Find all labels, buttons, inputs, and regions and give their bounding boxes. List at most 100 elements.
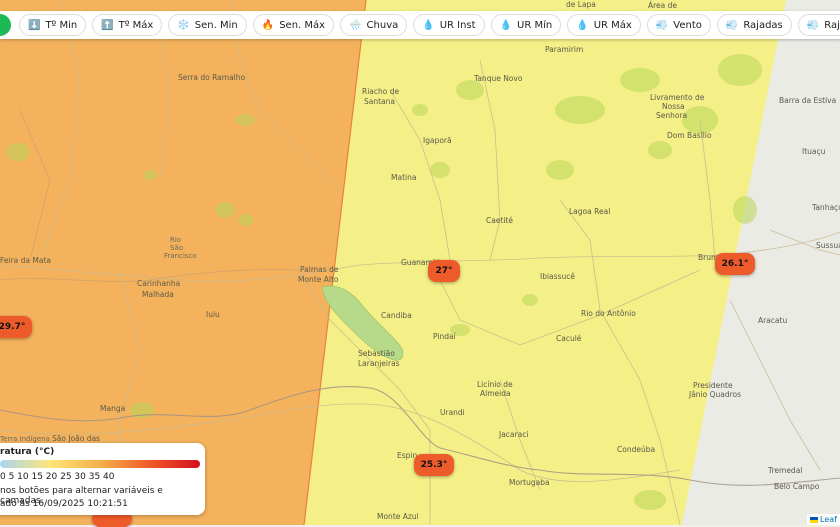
place-label: Urandi <box>440 408 465 417</box>
place-label: Sussua <box>816 241 840 250</box>
marker-value: 29.7° <box>0 322 26 332</box>
place-label: Dom Basílio <box>667 131 712 140</box>
place-label: Matina <box>391 173 416 182</box>
variable-button-label: UR Inst <box>439 19 476 31</box>
place-label: Tanque Novo <box>473 74 523 83</box>
place-label: Malhada <box>142 290 174 299</box>
place-label: Barra da Estiva <box>779 96 836 105</box>
droplet-icon: 💧 <box>576 19 589 31</box>
variable-buttons: ⬇️ Tº Min ⬆️ Tº Máx ❄️ Sen. Min 🔥 Sen. Máx 🌧️ Chu… <box>19 14 840 36</box>
place-label: Lagoa Real <box>569 207 610 216</box>
rain-cloud-icon: 🌧️ <box>349 19 362 31</box>
wind-icon: 💨 <box>806 19 820 31</box>
snowflake-icon: ❄️ <box>177 19 190 31</box>
legend-updated-time: ado às 16/09/2025 10:21:51 <box>0 499 128 509</box>
place-label: Presidente <box>693 381 733 390</box>
place-label: Condeúba <box>617 445 655 454</box>
place-label: Jacaraci <box>498 430 528 439</box>
place-label: Tremedal <box>767 466 802 475</box>
legend-scale-values: 0 5 10 15 20 25 30 35 40 <box>0 472 115 482</box>
temperature-marker[interactable]: 25.3° <box>414 454 454 476</box>
thermometer-down-icon: ⬇️ <box>28 19 41 31</box>
variable-button-2[interactable]: ❄️ Sen. Min <box>168 14 247 36</box>
temperature-marker[interactable]: 29.7° <box>0 316 32 338</box>
place-label: Livramento de <box>650 93 705 102</box>
variable-button-10[interactable]: 💨 Rajadas Max <box>797 14 840 36</box>
variable-toolbar: ⬇️ Tº Min ⬆️ Tº Máx ❄️ Sen. Min 🔥 Sen. Máx 🌧️ Chu… <box>0 11 840 39</box>
place-label: São <box>170 244 183 252</box>
place-label: Paramirim <box>545 45 583 54</box>
variable-button-5[interactable]: 💧 UR Inst <box>413 14 485 36</box>
attribution-link[interactable]: Leaf <box>820 515 837 524</box>
variable-button-label: Tº Máx <box>118 19 154 31</box>
place-label: Sebastião <box>358 349 395 358</box>
legend-color-scale <box>0 460 200 468</box>
variable-button-3[interactable]: 🔥 Sen. Máx <box>252 14 335 36</box>
droplet-icon: 💧 <box>422 19 435 31</box>
place-label: Ibiassucê <box>540 272 575 281</box>
variable-button-1[interactable]: ⬆️ Tº Máx <box>92 14 163 36</box>
marker-value: 27° <box>435 266 453 276</box>
map-attribution[interactable]: Leaf <box>807 514 840 525</box>
variable-button-label: Sen. Min <box>194 19 238 31</box>
place-label: Monte Alto <box>298 275 339 284</box>
variable-button-4[interactable]: 🌧️ Chuva <box>340 14 408 36</box>
variable-button-label: Sen. Máx <box>279 19 326 31</box>
place-label: Francisco <box>164 252 197 260</box>
place-label: Manga <box>100 404 125 413</box>
place-label: Rio do Antônio <box>581 309 636 318</box>
variable-button-label: Vento <box>673 19 702 31</box>
home-button[interactable] <box>0 14 11 36</box>
place-label: Riacho de <box>362 87 400 96</box>
ukraine-flag-icon <box>810 516 819 523</box>
variable-button-0[interactable]: ⬇️ Tº Min <box>19 14 87 36</box>
place-label: Caculé <box>556 334 582 343</box>
place-label: Licínio de <box>477 380 513 389</box>
wind-icon: 💨 <box>655 19 669 31</box>
place-label: Belo Campo <box>774 482 820 491</box>
fire-icon: 🔥 <box>261 19 275 31</box>
place-label: Pindaí <box>433 332 457 341</box>
place-label: Monte Azul <box>377 512 419 521</box>
place-label: Mortugaba <box>509 478 550 487</box>
variable-button-label: UR Mín <box>517 19 553 31</box>
place-label: Feira da Mata <box>0 256 51 265</box>
place-label: Senhora <box>656 111 687 120</box>
variable-button-label: UR Máx <box>593 19 632 31</box>
place-label: Almeida <box>480 389 511 398</box>
variable-button-6[interactable]: 💧 UR Mín <box>490 14 562 36</box>
place-label: Jânio Quadros <box>688 390 741 399</box>
variable-button-label: Tº Min <box>45 19 78 31</box>
temperature-marker[interactable]: 26.1° <box>715 253 755 275</box>
place-label: Santana <box>364 97 395 106</box>
place-label: São João das <box>52 434 100 443</box>
place-label: Aracatu <box>758 316 787 325</box>
place-label: Ituaçu <box>802 147 826 156</box>
place-label: Carinhanha <box>137 279 180 288</box>
variable-button-label: Rajadas Max <box>824 19 840 31</box>
marker-value: 25.3° <box>420 460 448 470</box>
place-label: Candiba <box>381 311 412 320</box>
variable-button-8[interactable]: 💨 Vento <box>646 14 711 36</box>
place-label: Área de <box>648 1 677 10</box>
variable-button-label: Chuva <box>366 19 399 31</box>
place-label: Serra do Ramalho <box>178 73 246 82</box>
place-label: Terra Indígena <box>0 435 50 443</box>
thermometer-up-icon: ⬆️ <box>101 19 114 31</box>
droplet-icon: 💧 <box>499 19 513 31</box>
place-label: Rio <box>170 236 181 244</box>
place-label: Palmas de <box>300 265 339 274</box>
variable-button-7[interactable]: 💧 UR Máx <box>567 14 641 36</box>
place-label: Tanhaçu <box>811 203 840 212</box>
temperature-marker[interactable]: 27° <box>428 260 460 282</box>
temperature-legend: ratura (°C) 0 5 10 15 20 25 30 35 40 nos… <box>0 443 205 515</box>
legend-title: ratura (°C) <box>0 447 55 457</box>
place-label: Igaporã <box>423 136 452 145</box>
place-label: Caetité <box>486 216 513 225</box>
variable-button-9[interactable]: 💨 Rajadas <box>716 14 792 36</box>
place-label: Laranjeiras <box>358 359 400 368</box>
place-label: Iuiu <box>206 310 220 319</box>
place-label: de Lapa <box>566 0 596 9</box>
variable-button-label: Rajadas <box>743 19 783 31</box>
wind-icon: 💨 <box>725 19 739 31</box>
